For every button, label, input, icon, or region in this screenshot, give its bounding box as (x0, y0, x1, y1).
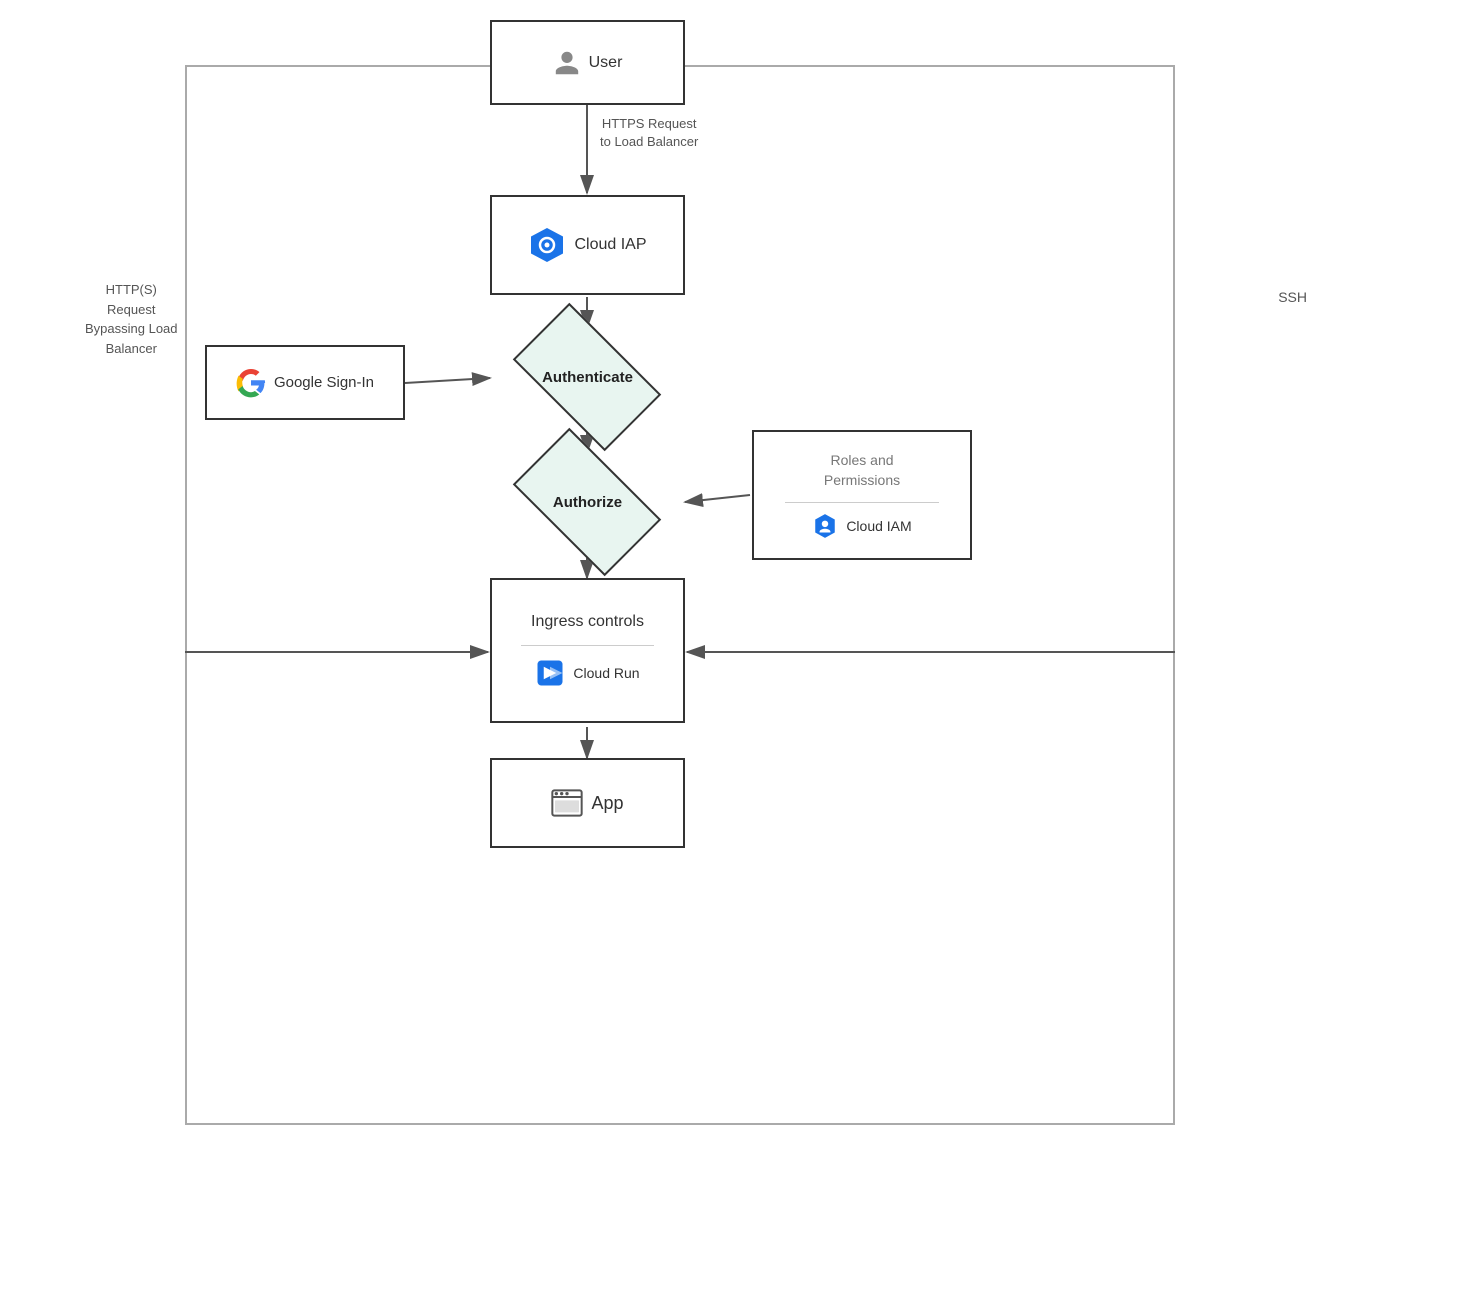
cloud-iam-node: Cloud IAM (812, 513, 911, 539)
cloud-iam-label: Cloud IAM (846, 518, 911, 534)
user-node: User (553, 49, 623, 77)
roles-divider (785, 502, 939, 503)
authorize-diamond-wrapper: Authorize (490, 452, 685, 552)
https-request-label: HTTPS Requestto Load Balancer (600, 115, 698, 151)
cloud-run-node: Cloud Run (535, 658, 639, 688)
ingress-title: Ingress controls (531, 613, 644, 631)
google-signin-box: Google Sign-In (205, 345, 405, 420)
cloud-iap-icon (528, 226, 566, 264)
http-bypass-label: HTTP(S)RequestBypassing LoadBalancer (85, 280, 178, 358)
ingress-divider (521, 645, 655, 646)
user-icon (553, 49, 581, 77)
ssh-label: SSH (1278, 288, 1307, 308)
app-box: App (490, 758, 685, 848)
user-box: User (490, 20, 685, 105)
cloud-iap-node: Cloud IAP (528, 226, 646, 264)
roles-box: Roles andPermissions Cloud IAM (752, 430, 972, 560)
google-signin-node: Google Sign-In (236, 368, 374, 398)
roles-title: Roles andPermissions (824, 451, 900, 490)
authenticate-label: Authenticate (542, 369, 633, 386)
app-label: App (591, 793, 623, 814)
authorize-label: Authorize (553, 494, 622, 511)
google-logo-icon (236, 368, 266, 398)
diagram-container: HTTPS Requestto Load Balancer User Cloud… (0, 0, 1472, 1306)
app-icon (551, 789, 583, 817)
app-node: App (551, 789, 623, 817)
cloud-run-icon (535, 658, 565, 688)
user-label: User (589, 54, 623, 72)
authenticate-diamond-wrapper: Authenticate (490, 327, 685, 427)
cloud-iap-label: Cloud IAP (574, 236, 646, 254)
cloud-iam-icon (812, 513, 838, 539)
cloud-run-label: Cloud Run (573, 665, 639, 681)
google-signin-label: Google Sign-In (274, 374, 374, 391)
cloud-iap-box: Cloud IAP (490, 195, 685, 295)
ingress-box: Ingress controls Cloud Run (490, 578, 685, 723)
